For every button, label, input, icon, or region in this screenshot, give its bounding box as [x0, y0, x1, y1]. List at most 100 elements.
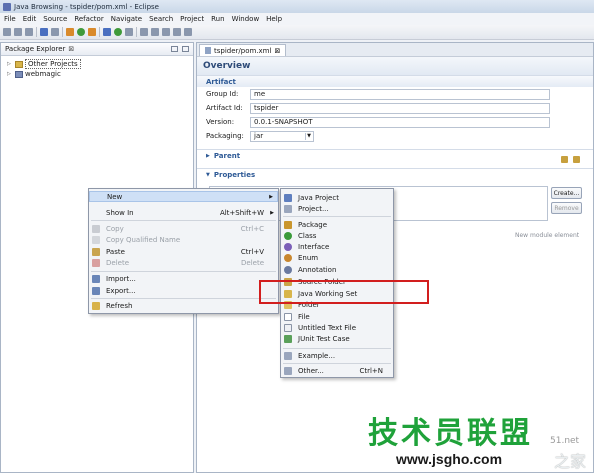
menu-item-label: Copy Qualified Name [106, 235, 181, 244]
tab-pom-xml[interactable]: tspider/pom.xml ⊠ [199, 44, 287, 56]
watermark-corner-text: 51.net [550, 436, 580, 446]
submenu-item-junit-test-case[interactable]: JUnit Test Case [281, 333, 393, 344]
menu-window[interactable]: Window [232, 15, 260, 23]
maximize-icon[interactable] [182, 46, 189, 52]
artifact-id-field[interactable]: tspider [250, 102, 550, 114]
submenu-item-untitled-text-file[interactable]: Untitled Text File [281, 322, 393, 333]
new-java-class-icon[interactable] [103, 28, 111, 36]
menu-item-label: New [107, 192, 123, 201]
minimize-icon[interactable] [171, 46, 178, 52]
java-project-icon [284, 193, 292, 202]
print-icon[interactable] [25, 28, 33, 36]
menu-item-paste[interactable]: Paste Ctrl+V [89, 246, 278, 257]
delete-icon [92, 258, 100, 267]
menu-navigate[interactable]: Navigate [111, 15, 142, 23]
save-icon[interactable] [14, 28, 22, 36]
menu-item-shortcut: Ctrl+C [240, 224, 264, 233]
menu-source[interactable]: Source [43, 15, 67, 23]
properties-section-header[interactable]: ▼ Properties [197, 168, 593, 181]
menu-item-label: JUnit Test Case [298, 334, 350, 343]
packaging-select[interactable]: jar ▼ [250, 130, 314, 142]
submenu-item-interface[interactable]: Interface [281, 241, 393, 252]
submenu-arrow-icon: ▶ [269, 193, 273, 200]
page-title: Overview [197, 57, 593, 75]
packaging-row: Packaging: jar ▼ [197, 129, 593, 143]
open-type-icon[interactable] [125, 28, 133, 36]
external-tools-icon[interactable] [88, 28, 96, 36]
menu-item-copy[interactable]: Copy Ctrl+C [89, 223, 278, 234]
paste-icon [92, 247, 100, 256]
new-icon[interactable] [3, 28, 11, 36]
toolbar-divider [136, 27, 137, 37]
menu-item-delete[interactable]: Delete Delete [89, 257, 278, 268]
parent-section-header[interactable]: ▶ Parent [197, 149, 593, 162]
menu-item-refresh[interactable]: Refresh [89, 300, 278, 311]
artifact-id-label: Artifact Id: [206, 104, 243, 112]
menu-project[interactable]: Project [180, 15, 204, 23]
menu-item-new[interactable]: New ▶ [89, 191, 278, 202]
next-annotation-icon[interactable] [151, 28, 159, 36]
artifact-section-header[interactable]: Artifact [197, 75, 593, 87]
remove-button[interactable]: Remove [551, 202, 582, 214]
menu-item-label: File [298, 312, 310, 321]
menu-run[interactable]: Run [211, 15, 224, 23]
new-package-icon[interactable] [114, 28, 122, 36]
submenu-item-enum[interactable]: Enum [281, 252, 393, 263]
select-parent-icon[interactable] [573, 156, 580, 163]
xml-file-icon [205, 47, 211, 54]
title-bar: Java Browsing - tspider/pom.xml - Eclips… [0, 0, 594, 13]
close-icon[interactable]: ⊠ [68, 45, 74, 53]
menu-refactor[interactable]: Refactor [74, 15, 103, 23]
menu-item-label: Show In [106, 208, 134, 217]
run-icon[interactable] [77, 28, 85, 36]
group-id-label: Group Id: [206, 90, 239, 98]
export-icon [92, 286, 100, 295]
tree-item-webmagic[interactable]: ▷ webmagic [7, 69, 193, 79]
tree-item-other-projects[interactable]: ▷ Other Projects [7, 59, 193, 69]
submenu-item-annotation[interactable]: Annotation [281, 264, 393, 275]
submenu-item-file[interactable]: File [281, 311, 393, 322]
menu-item-import[interactable]: Import... [89, 273, 278, 284]
submenu-item-project[interactable]: Project... [281, 203, 393, 214]
menu-item-export[interactable]: Export... [89, 285, 278, 296]
menu-item-show-in[interactable]: Show In Alt+Shift+W ▶ [89, 207, 278, 218]
version-field[interactable]: 0.0.1-SNAPSHOT [250, 116, 550, 128]
text-file-icon [284, 323, 292, 332]
menu-file[interactable]: File [4, 15, 16, 23]
debug-icon[interactable] [66, 28, 74, 36]
menu-item-label: Paste [106, 247, 125, 256]
menu-item-label: Enum [298, 253, 319, 262]
menu-item-copy-qualified-name[interactable]: Copy Qualified Name [89, 234, 278, 245]
forward-icon[interactable] [184, 28, 192, 36]
menu-search[interactable]: Search [149, 15, 173, 23]
back-icon[interactable] [173, 28, 181, 36]
submenu-item-example[interactable]: Example... [281, 350, 393, 361]
menu-separator [91, 271, 276, 272]
watermark-url: www.jsgho.com [396, 451, 503, 467]
submenu-item-java-project[interactable]: Java Project [281, 192, 393, 203]
group-id-field[interactable]: me [250, 88, 550, 100]
expand-triangle-icon[interactable]: ▷ [7, 71, 13, 77]
expand-triangle-icon[interactable]: ▷ [7, 61, 13, 67]
menu-edit[interactable]: Edit [23, 15, 37, 23]
search-icon[interactable] [140, 28, 148, 36]
close-icon[interactable]: ⊠ [274, 47, 280, 55]
menu-item-label: Annotation [298, 265, 337, 274]
menu-item-label: Project... [298, 204, 329, 213]
main-toolbar [0, 25, 594, 40]
add-parent-icon[interactable] [561, 156, 568, 163]
watermark-home-text: 之家 [554, 452, 587, 471]
menu-separator [91, 298, 276, 299]
tools-icon[interactable] [51, 28, 59, 36]
submenu-item-class[interactable]: Class [281, 230, 393, 241]
tree-item-label: Other Projects [25, 59, 81, 69]
menu-item-label: Copy [106, 224, 124, 233]
submenu-item-package[interactable]: Package [281, 219, 393, 230]
prev-annotation-icon[interactable] [162, 28, 170, 36]
menu-help[interactable]: Help [266, 15, 282, 23]
package-explorer-title: Package Explorer [5, 45, 66, 53]
create-button[interactable]: Create... [551, 187, 582, 199]
build-icon[interactable] [40, 28, 48, 36]
submenu-item-other[interactable]: Other... Ctrl+N [281, 365, 393, 376]
menu-item-shortcut: Ctrl+V [240, 247, 264, 256]
